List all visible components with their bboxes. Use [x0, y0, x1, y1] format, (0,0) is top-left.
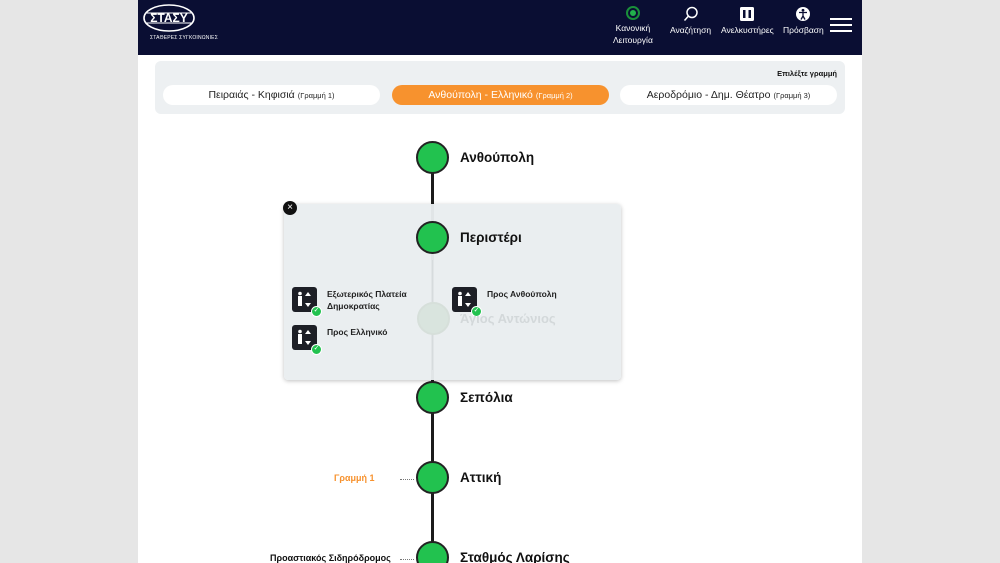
connection-dots: [400, 559, 414, 560]
elevator-label: Προς Ανθούπολη: [487, 289, 557, 299]
station-name-sepolia[interactable]: Σεπόλια: [460, 390, 513, 405]
top-header: ΣΤΑΣΥ ΣΤΑΘΕΡΕΣ ΣΥΓΚΟΙΝΩΝΙΕΣ Κανονική Λει…: [138, 0, 862, 55]
accessibility-label: Πρόσβαση: [783, 25, 824, 35]
status-label-line2: Λειτουργία: [613, 35, 653, 45]
line-button-2[interactable]: Ανθούπολη - Ελληνικό (Γραμμή 2): [392, 85, 609, 105]
search-label: Αναζήτηση: [670, 25, 712, 35]
selector-title: Επιλέξτε γραμμή: [777, 69, 837, 78]
connection-dots: [400, 479, 414, 480]
elevator-icon: ✓: [292, 325, 322, 355]
menu-hamburger-icon[interactable]: [830, 18, 852, 34]
station-name-larisis[interactable]: Σταθμός Λαρίσης: [460, 550, 570, 563]
line-2-tag: (Γραμμή 2): [535, 90, 573, 100]
popup-close-button[interactable]: ×: [283, 201, 297, 215]
elevator-item[interactable]: ✓ Προς Ανθούπολη: [452, 287, 557, 317]
logo-subtitle: ΣΤΑΘΕΡΕΣ ΣΥΓΚΟΙΝΩΝΙΕΣ: [150, 35, 218, 41]
line-button-3[interactable]: Αεροδρόμιο - Δημ. Θέατρο (Γραμμή 3): [620, 85, 837, 105]
line-selector: Επιλέξτε γραμμή Πειραιάς - Κηφισιά (Γραμ…: [155, 61, 845, 114]
elevator-icon: ✓: [452, 287, 482, 317]
station-name-anthoupoli[interactable]: Ανθούπολη: [460, 150, 534, 165]
search-icon: [683, 6, 698, 21]
status-ok-icon: [625, 6, 640, 20]
station-marker-larisis[interactable]: [416, 541, 449, 563]
status-label-line1: Κανονική: [615, 23, 651, 33]
station-marker-sepolia[interactable]: [416, 381, 449, 414]
line-1-name: Πειραιάς - Κηφισιά: [208, 89, 295, 101]
line-3-name: Αεροδρόμιο - Δημ. Θέατρο: [646, 89, 771, 101]
elevator-label: Προς Ελληνικό: [327, 327, 388, 337]
check-icon: ✓: [311, 306, 322, 317]
station-name-peristeri[interactable]: Περιστέρι: [460, 230, 522, 245]
elevator-label: Εξωτερικός Πλατεία: [327, 289, 407, 299]
nav-search[interactable]: Αναζήτηση: [670, 6, 711, 36]
line-button-1[interactable]: Πειραιάς - Κηφισιά (Γραμμή 1): [163, 85, 380, 105]
elevator-icon: ✓: [292, 287, 322, 317]
elevator-item[interactable]: ✓ Εξωτερικός Πλατεία Δημοκρατίας: [292, 287, 407, 317]
elevators-label: Ανελκυστήρες: [721, 25, 774, 35]
station-elevator-popup: ✓ Εξωτερικός Πλατεία Δημοκρατίας ✓ Προς …: [284, 204, 621, 380]
elevator-icon: [740, 7, 755, 21]
line-3-tag: (Γραμμή 3): [773, 90, 811, 100]
station-marker-anthoupoli[interactable]: [416, 141, 449, 174]
elevator-label-line2: Δημοκρατίας: [327, 301, 380, 311]
station-marker-peristeri[interactable]: [416, 221, 449, 254]
connection-suburban-label[interactable]: Προαστιακός Σιδηρόδρομος: [270, 553, 391, 563]
line-2-name: Ανθούπολη - Ελληνικό: [428, 89, 533, 101]
station-name-agios-antonios: Άγιος Αντώνιος: [460, 311, 556, 326]
nav-elevators[interactable]: Ανελκυστήρες: [721, 6, 774, 36]
page: ΣΤΑΣΥ ΣΤΑΘΕΡΕΣ ΣΥΓΚΟΙΝΩΝΙΕΣ Κανονική Λει…: [138, 0, 862, 563]
station-name-attiki[interactable]: Αττική: [460, 470, 501, 485]
svg-text:ΣΤΑΣΥ: ΣΤΑΣΥ: [150, 11, 188, 25]
elevator-item[interactable]: ✓ Προς Ελληνικό: [292, 325, 388, 355]
check-icon: ✓: [311, 344, 322, 355]
nav-accessibility[interactable]: Πρόσβαση: [783, 6, 824, 36]
service-status[interactable]: Κανονική Λειτουργία: [613, 6, 653, 46]
station-marker-attiki[interactable]: [416, 461, 449, 494]
stasy-logo[interactable]: ΣΤΑΣΥ ΣΤΑΘΕΡΕΣ ΣΥΓΚΟΙΝΩΝΙΕΣ: [142, 3, 218, 43]
accessibility-icon: [796, 7, 811, 21]
line-1-tag: (Γραμμή 1): [297, 90, 335, 100]
station-marker-agios-antonios: [417, 302, 450, 335]
connection-line1-label[interactable]: Γραμμή 1: [334, 473, 375, 483]
